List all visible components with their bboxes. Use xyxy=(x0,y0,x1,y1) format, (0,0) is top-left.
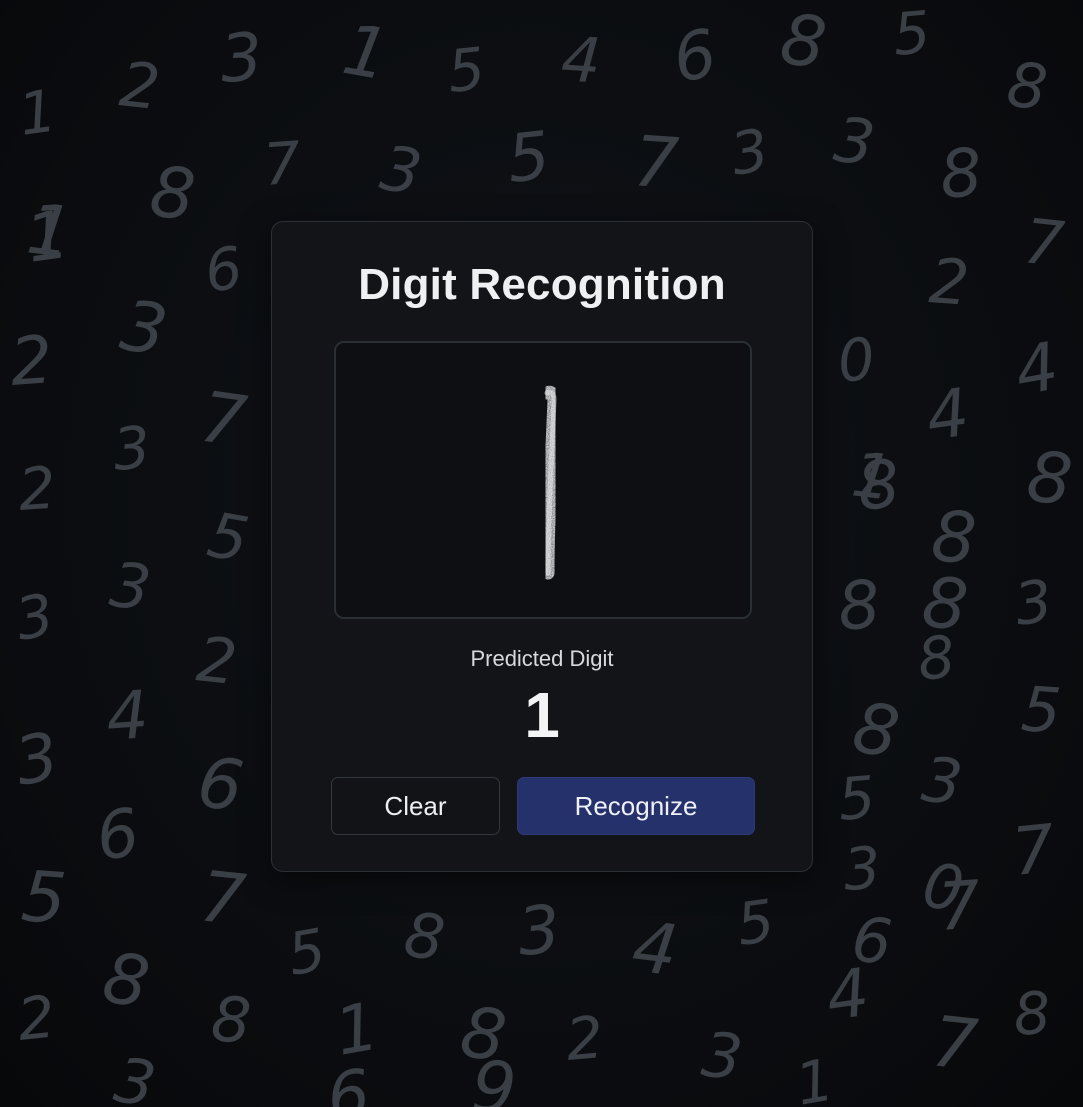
background-digit: 8 xyxy=(914,622,958,693)
background-digit: 8 xyxy=(209,982,253,1058)
drawn-stroke xyxy=(540,385,561,580)
background-digit: 1 xyxy=(791,1045,839,1107)
background-digit: 3 xyxy=(1010,566,1056,638)
background-digit: 5 xyxy=(732,886,778,958)
background-digit: 8 xyxy=(400,898,449,976)
background-digit: 0 xyxy=(834,324,878,395)
background-digit: 9 xyxy=(469,1045,519,1107)
background-digit: 3 xyxy=(726,115,774,188)
background-digit: 3 xyxy=(830,103,879,181)
recognize-button[interactable]: Recognize xyxy=(517,777,755,835)
predicted-digit-label: Predicted Digit xyxy=(470,646,614,671)
background-digit: 2 xyxy=(14,982,58,1053)
background-digit: 6 xyxy=(92,794,144,876)
background-digit: 3 xyxy=(109,1043,161,1107)
background-digit: 2 xyxy=(193,622,240,699)
background-digit: 4 xyxy=(628,905,682,992)
background-digit: 4 xyxy=(104,676,151,756)
background-digit: 7 xyxy=(1009,810,1059,891)
background-digit: 7 xyxy=(928,1000,981,1086)
background-digit: 6 xyxy=(193,741,249,828)
background-digit: 3 xyxy=(918,742,966,819)
background-digit: 3 xyxy=(11,580,59,653)
background-digit: 8 xyxy=(847,686,905,774)
background-digit: 4 xyxy=(559,22,603,98)
background-digit: 8 xyxy=(835,566,884,646)
background-digit: 3 xyxy=(115,284,173,372)
background-digit: 7 xyxy=(196,376,252,463)
background-digit: 2 xyxy=(116,47,163,124)
background-digit: 2 xyxy=(16,454,58,524)
clear-button[interactable]: Clear xyxy=(331,777,500,835)
background-digit: 7 xyxy=(196,855,249,941)
background-digit: 6 xyxy=(667,15,722,98)
background-digit: 1 xyxy=(14,76,60,148)
background-digit: 4 xyxy=(1009,328,1064,411)
background-digit: 5 xyxy=(835,763,878,834)
digit-recognition-card: Digit Recognition Predicted Digit 1 Clea… xyxy=(271,221,813,872)
background-digit: 5 xyxy=(19,855,69,940)
background-digit: 8 xyxy=(1011,979,1053,1049)
background-digit: 7 xyxy=(631,120,681,205)
background-digit: 8 xyxy=(1023,435,1076,521)
background-digit: 5 xyxy=(283,915,331,988)
background-digit: 8 xyxy=(146,150,199,236)
background-digit: 3 xyxy=(110,413,153,484)
background-digit: 4 xyxy=(922,374,974,456)
background-digit: 3 xyxy=(375,131,427,210)
background-digit: 3 xyxy=(515,891,564,971)
drawing-canvas[interactable] xyxy=(334,341,752,619)
background-digit: 3 xyxy=(9,718,64,801)
background-digit: 5 xyxy=(1019,672,1063,748)
background-digit: 5 xyxy=(444,34,488,105)
background-digit: 1 xyxy=(337,8,395,96)
background-digit: 3 xyxy=(106,548,155,626)
background-digit: 7 xyxy=(1020,204,1067,281)
background-digit: 7 xyxy=(261,129,303,199)
predicted-digit-value: 1 xyxy=(524,679,560,751)
background-digit: 5 xyxy=(504,117,554,198)
background-digit: 3 xyxy=(218,18,265,98)
background-digit: 8 xyxy=(937,134,986,214)
background-digit: 2 xyxy=(563,1003,606,1074)
background-digit: 8 xyxy=(97,936,155,1024)
background-digit: 6 xyxy=(324,1055,374,1107)
background-digit: 2 xyxy=(8,321,55,401)
background-digit: 2 xyxy=(927,244,971,320)
background-digit: 8 xyxy=(776,0,832,85)
background-digit: 8 xyxy=(1003,47,1051,124)
page-title: Digit Recognition xyxy=(358,260,726,309)
background-digit: 5 xyxy=(890,0,933,69)
background-digit: 3 xyxy=(698,1017,746,1094)
background-digit: 7 xyxy=(936,866,983,946)
background-digit: 6 xyxy=(200,233,246,305)
background-digit: 8 xyxy=(854,445,904,526)
background-digit: 3 xyxy=(841,834,883,904)
background-digit: 5 xyxy=(202,498,254,577)
